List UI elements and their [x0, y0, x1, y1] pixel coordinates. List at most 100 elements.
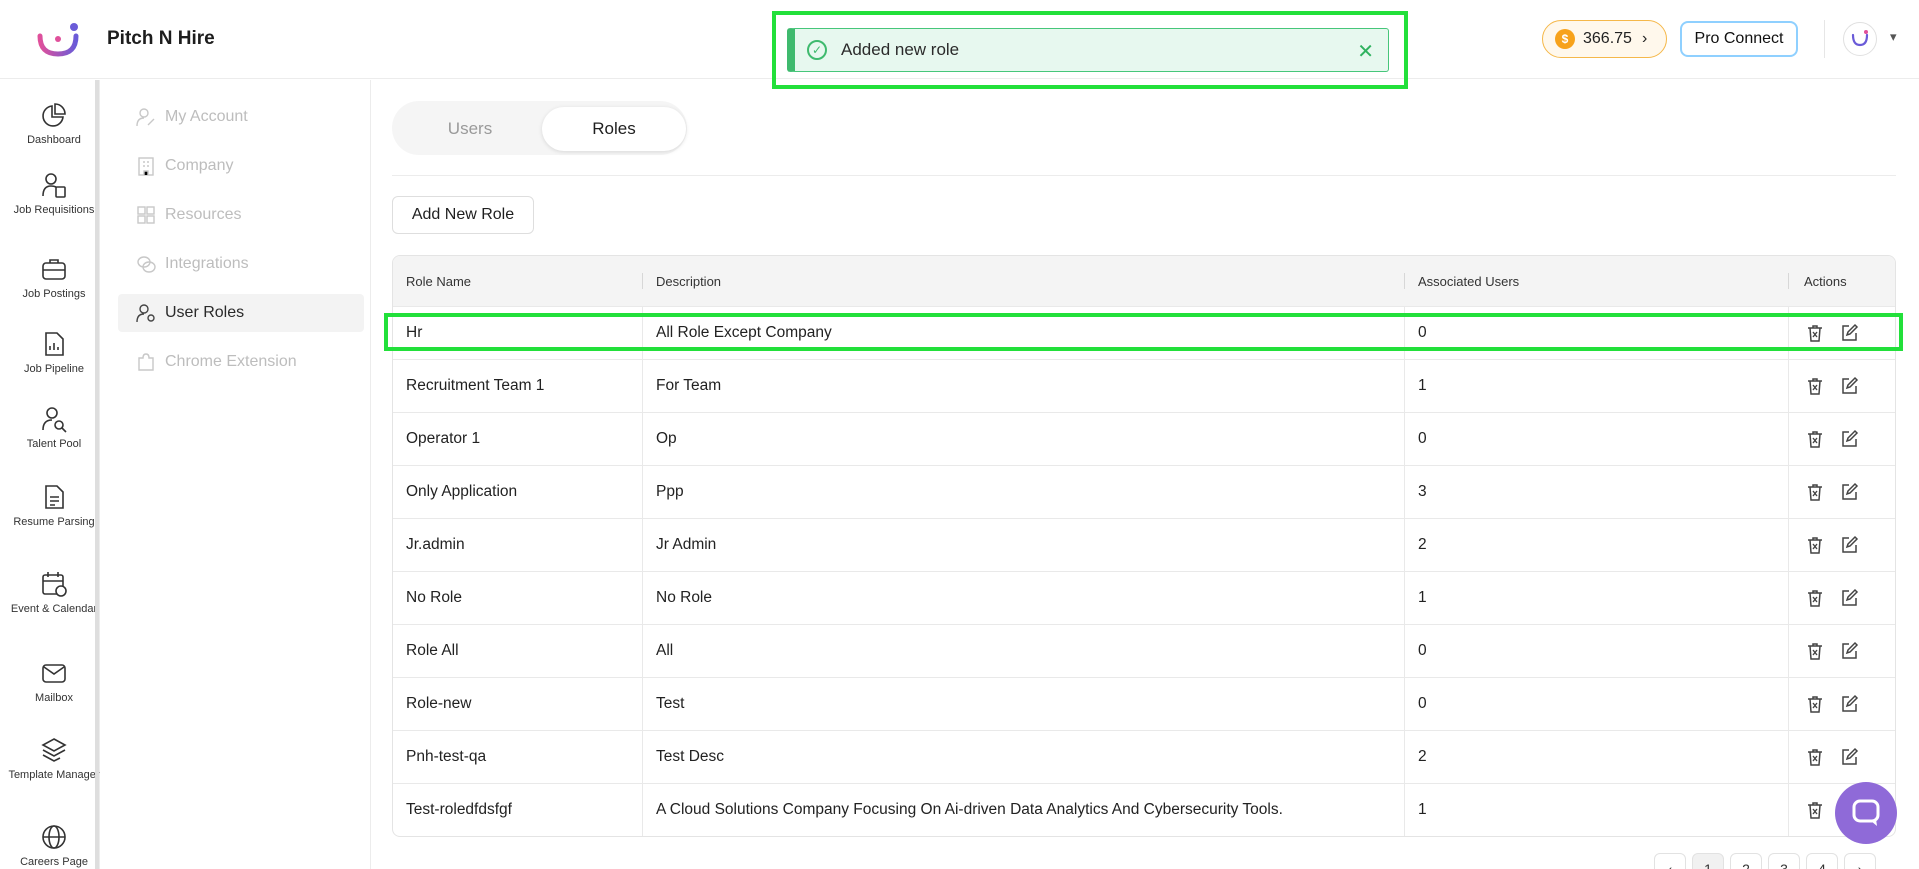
edit-icon[interactable] — [1839, 641, 1859, 661]
page-button[interactable]: 2 — [1730, 853, 1762, 869]
page-button[interactable]: › — [1844, 853, 1876, 869]
nav-item-resume-parsing[interactable]: Resume Parsing — [0, 483, 108, 528]
file-chart-icon — [45, 332, 64, 356]
actions-cell — [1789, 731, 1895, 783]
role-name-cell: Pnh-test-qa — [393, 731, 643, 783]
nav-label: Mailbox — [35, 692, 73, 704]
page-button[interactable]: ‹ — [1654, 853, 1686, 869]
edit-icon[interactable] — [1839, 482, 1859, 502]
submenu-item-user-roles[interactable]: User Roles — [118, 294, 364, 332]
calendar-icon — [42, 572, 67, 597]
edit-icon[interactable] — [1839, 747, 1859, 767]
coin-icon: $ — [1555, 29, 1575, 49]
chevron-down-icon[interactable]: ▾ — [1890, 29, 1897, 45]
table-row: Test-roledfdsfgf A Cloud Solutions Compan… — [393, 783, 1895, 836]
delete-icon[interactable] — [1805, 482, 1825, 502]
delete-icon[interactable] — [1805, 747, 1825, 767]
pagination: ‹ 1 2 3 4 › — [1654, 853, 1876, 869]
document-icon — [45, 485, 64, 509]
edit-icon[interactable] — [1839, 588, 1859, 608]
nav-item-mailbox[interactable]: Mailbox — [0, 659, 108, 704]
coins-balance-button[interactable]: $ 366.75 › — [1542, 20, 1667, 58]
delete-icon[interactable] — [1805, 800, 1825, 820]
nav-item-job-postings[interactable]: Job Postings — [0, 255, 108, 300]
delete-icon[interactable] — [1805, 429, 1825, 449]
delete-icon[interactable] — [1805, 376, 1825, 396]
building-icon — [138, 157, 154, 176]
submenu-item-company[interactable]: Company — [118, 147, 364, 185]
associated-users-cell: 0 — [1405, 678, 1789, 730]
submenu-item-my-account[interactable]: My Account — [118, 98, 364, 136]
table-row: Hr All Role Except Company 0 — [393, 306, 1895, 359]
pro-connect-button[interactable]: Pro Connect — [1680, 21, 1798, 57]
close-icon[interactable]: ✕ — [1357, 39, 1374, 64]
nav-item-job-requisitions[interactable]: Job Requisitions — [0, 171, 108, 216]
nav-item-talent-pool[interactable]: Talent Pool — [0, 405, 108, 450]
submenu-label: User Roles — [165, 304, 245, 321]
description-cell: All Role Except Company — [643, 307, 1405, 359]
column-header-description: Description — [643, 256, 1405, 306]
submenu-item-chrome-extension[interactable]: Chrome Extension — [118, 343, 364, 381]
associated-users-cell: 1 — [1405, 784, 1789, 836]
add-new-role-button[interactable]: Add New Role — [392, 196, 534, 234]
nav-label: Job Requisitions — [13, 204, 95, 216]
description-cell: Op — [643, 413, 1405, 465]
nav-item-event-calendar[interactable]: Event & Calendar — [0, 570, 108, 615]
user-edit-icon — [136, 108, 155, 127]
associated-users-cell: 1 — [1405, 572, 1789, 624]
tab-users[interactable]: Users — [398, 107, 542, 151]
pie-chart-icon — [42, 103, 66, 127]
edit-icon[interactable] — [1839, 535, 1859, 555]
actions-cell — [1789, 625, 1895, 677]
submenu-item-integrations[interactable]: Integrations — [118, 245, 364, 283]
pitch-n-hire-logo-icon[interactable] — [36, 22, 82, 58]
delete-icon[interactable] — [1805, 641, 1825, 661]
user-gear-icon — [136, 304, 155, 323]
actions-cell — [1789, 360, 1895, 412]
submenu-item-resources[interactable]: Resources — [118, 196, 364, 234]
table-row: Jr.admin Jr Admin 2 — [393, 518, 1895, 571]
nav-label: Job Postings — [22, 288, 86, 300]
users-roles-tabs: Users Roles — [392, 101, 687, 155]
delete-icon[interactable] — [1805, 323, 1825, 343]
puzzle-icon — [138, 353, 154, 371]
role-name-cell: Role All — [393, 625, 643, 677]
nav-label: Job Pipeline — [24, 363, 84, 375]
grid-icon — [137, 206, 155, 224]
actions-cell — [1789, 413, 1895, 465]
avatar[interactable] — [1843, 22, 1877, 56]
section-divider — [392, 175, 1896, 176]
nav-item-careers-page[interactable]: Careers Page — [0, 823, 108, 868]
settings-submenu: My Account Company Resources Integration… — [112, 80, 371, 869]
submenu-label: Integrations — [165, 255, 249, 272]
actions-cell — [1789, 466, 1895, 518]
delete-icon[interactable] — [1805, 535, 1825, 555]
roles-table: Role Name Description Associated Users A… — [392, 255, 1896, 837]
tab-roles[interactable]: Roles — [542, 107, 686, 151]
layers-icon — [41, 738, 67, 762]
associated-users-cell: 1 — [1405, 360, 1789, 412]
delete-icon[interactable] — [1805, 694, 1825, 714]
nav-item-dashboard[interactable]: Dashboard — [0, 101, 108, 146]
left-nav-scrollbar[interactable] — [95, 80, 99, 869]
associated-users-cell: 2 — [1405, 731, 1789, 783]
toast-notification: ✓ Added new role ✕ — [787, 28, 1389, 72]
page-button[interactable]: 4 — [1806, 853, 1838, 869]
actions-cell — [1789, 307, 1895, 359]
nav-item-template-manager[interactable]: Template Manager — [0, 736, 108, 781]
edit-icon[interactable] — [1839, 429, 1859, 449]
page-button[interactable]: 1 — [1692, 853, 1724, 869]
table-header: Role Name Description Associated Users A… — [393, 256, 1895, 306]
delete-icon[interactable] — [1805, 588, 1825, 608]
chat-support-button[interactable] — [1835, 782, 1897, 844]
nav-item-job-pipeline[interactable]: Job Pipeline — [0, 330, 108, 375]
actions-cell — [1789, 519, 1895, 571]
submenu-label: Chrome Extension — [165, 353, 297, 370]
edit-icon[interactable] — [1839, 376, 1859, 396]
edit-icon[interactable] — [1839, 694, 1859, 714]
header-divider — [1824, 20, 1825, 58]
table-row: No Role No Role 1 — [393, 571, 1895, 624]
edit-icon[interactable] — [1839, 323, 1859, 343]
page-button[interactable]: 3 — [1768, 853, 1800, 869]
user-document-icon — [42, 173, 66, 198]
